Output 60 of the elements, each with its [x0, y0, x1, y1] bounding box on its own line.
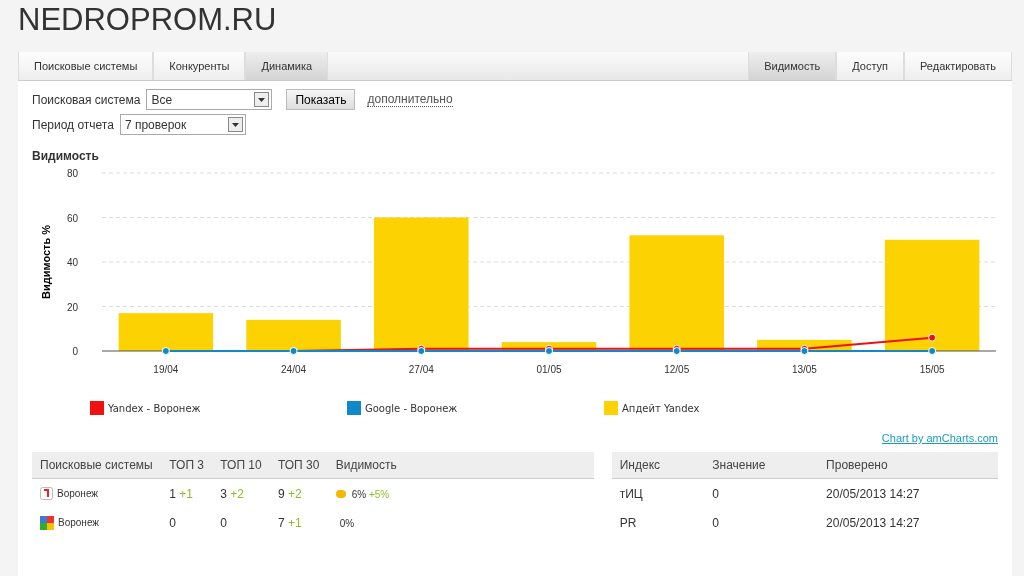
table-cell: 0% — [339, 517, 355, 529]
dropdown-icon — [254, 92, 270, 107]
x-tick-label: 27/04 — [408, 364, 434, 375]
y-tick-label: 40 — [66, 257, 78, 268]
data-point — [928, 347, 937, 355]
x-tick-label: 19/04 — [153, 364, 179, 375]
tab[interactable]: Динамика — [245, 52, 329, 80]
table-cell: тИЦ — [611, 478, 705, 508]
yandex-icon — [40, 487, 53, 500]
more-link[interactable]: дополнительно — [367, 92, 453, 107]
table-cell: 3 +2 — [212, 478, 270, 508]
y-tick-label: 80 — [66, 168, 78, 179]
google-icon — [40, 515, 54, 530]
x-tick-label: 01/05 — [536, 364, 562, 375]
legend-label: Апдейт Yandex — [622, 402, 700, 414]
x-tick-label: 15/05 — [919, 364, 945, 375]
field-label: Период отчета — [32, 117, 114, 132]
dropdown-icon — [227, 117, 243, 132]
column-header: Видимость — [327, 452, 594, 479]
column-header: Поисковые системы — [32, 452, 162, 479]
table-cell: Воронеж — [58, 517, 99, 528]
y-axis-title: Видимость % — [40, 224, 52, 300]
data-point — [928, 333, 937, 342]
site-title: NEDROPROM.RU — [17, 1, 278, 39]
table-cell-text: PR — [618, 514, 638, 532]
y-tick-label: 60 — [66, 212, 78, 224]
tab[interactable]: Редактировать — [904, 52, 1012, 80]
table-cell: 0 — [704, 478, 819, 508]
section-title: Видимость — [32, 149, 100, 163]
field-label: Поисковая система — [32, 92, 141, 107]
column-header: ТОП 10 — [212, 452, 270, 479]
table-cell-text: 7 +1 — [277, 514, 303, 532]
table-cell: 9 +2 — [270, 478, 328, 508]
show-button[interactable]: Показать — [286, 89, 356, 110]
table-cell: 1 +1 — [161, 478, 213, 508]
column-header: ТОП 3 — [161, 452, 213, 479]
table-cell: Воронеж — [57, 488, 98, 499]
column-header: Значение — [704, 452, 819, 479]
x-tick-label: 24/04 — [281, 364, 307, 375]
table-cell-text: 0 — [168, 514, 177, 532]
column-header: Проверено — [818, 452, 998, 479]
legend-label: Yandex - Воронеж — [108, 402, 201, 414]
tab[interactable]: Поисковые системы — [18, 52, 154, 80]
tab[interactable]: Конкуренты — [153, 52, 246, 80]
table-cell: 20/05/2013 14:27 — [818, 478, 998, 508]
table-cell: 6% +5% — [351, 488, 390, 500]
column-header: ТОП 30 — [270, 452, 328, 479]
table-cell-text: 20/05/2013 14:27 — [825, 514, 921, 532]
x-tick-label: 13/05 — [791, 364, 817, 375]
tab[interactable]: Доступ — [836, 52, 904, 80]
tab[interactable]: Видимость — [748, 52, 837, 80]
x-tick-label: 12/05 — [664, 364, 690, 375]
table-cell-text: 0 — [711, 514, 720, 532]
period-select[interactable]: 7 проверок — [119, 114, 246, 135]
legend-label: Google - Воронеж — [365, 402, 458, 414]
column-header: Индекс — [611, 452, 705, 479]
y-tick-label: 0 — [72, 346, 78, 357]
engine-select[interactable]: Все — [146, 89, 273, 110]
y-tick-label: 20 — [66, 301, 78, 313]
table-cell-text: 0 — [219, 514, 228, 532]
